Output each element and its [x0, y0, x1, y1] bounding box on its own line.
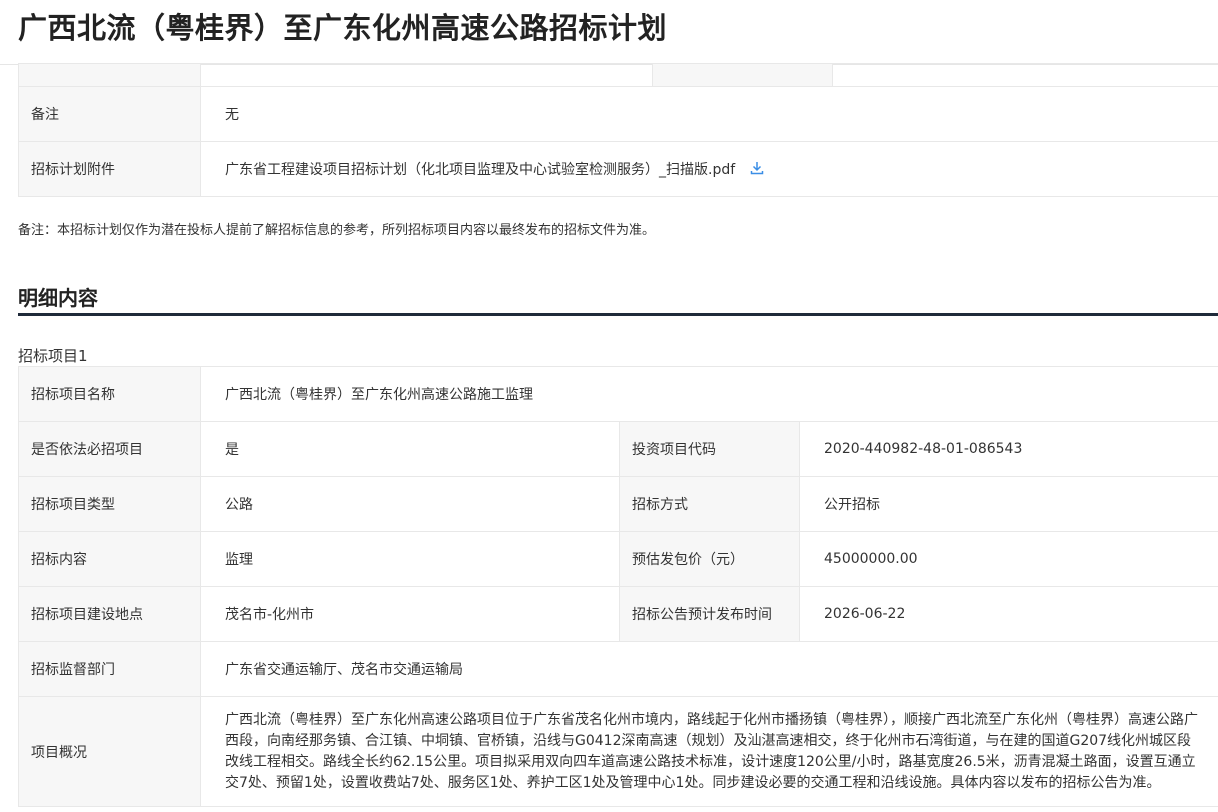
download-icon[interactable]	[750, 161, 764, 179]
table-row: 项目概况 广西北流（粤桂界）至广东化州高速公路项目位于广东省茂名化州市境内，路线…	[18, 696, 1218, 807]
section-divider	[18, 313, 1218, 316]
content-value: 监理	[200, 531, 620, 587]
table-row-partial	[18, 63, 1218, 87]
invest-code-label: 投资项目代码	[619, 421, 800, 477]
section-title: 明细内容	[18, 286, 98, 310]
supervisor-value: 广东省交通运输厅、茂名市交通运输局	[200, 641, 1218, 697]
notice-text: 备注：本招标计划仅作为潜在投标人提前了解招标信息的参考，所列招标项目内容以最终发…	[18, 223, 656, 238]
plan-info-table: 备注 无 招标计划附件 广东省工程建设项目招标计划（化北项目监理及中心试验室检测…	[18, 63, 1218, 197]
method-value: 公开招标	[799, 476, 1218, 532]
supervisor-label: 招标监督部门	[18, 641, 201, 697]
remark-value: 无	[200, 86, 1218, 142]
remark-label: 备注	[18, 86, 201, 142]
page-header: 广西北流（粤桂界）至广东化州高速公路招标计划	[0, 0, 1218, 65]
partial-label-cell-2	[652, 63, 833, 87]
table-row: 招标项目类型 公路 招标方式 公开招标	[18, 476, 1218, 532]
partial-label-cell	[18, 63, 201, 87]
method-label: 招标方式	[619, 476, 800, 532]
price-value: 45000000.00	[799, 531, 1218, 587]
page-title: 广西北流（粤桂界）至广东化州高速公路招标计划	[18, 11, 668, 45]
project-heading: 招标项目1	[18, 347, 88, 365]
attachment-cell: 广东省工程建设项目招标计划（化北项目监理及中心试验室检测服务）_扫描版.pdf	[200, 141, 1218, 197]
mandatory-label: 是否依法必招项目	[18, 421, 201, 477]
publish-time-label: 招标公告预计发布时间	[619, 586, 800, 642]
table-row: 招标项目建设地点 茂名市-化州市 招标公告预计发布时间 2026-06-22	[18, 586, 1218, 642]
project-detail-table: 招标项目名称 广西北流（粤桂界）至广东化州高速公路施工监理 是否依法必招项目 是…	[18, 366, 1218, 807]
project-name-value: 广西北流（粤桂界）至广东化州高速公路施工监理	[200, 366, 1218, 422]
partial-value-cell-2	[832, 63, 1218, 87]
table-row: 招标内容 监理 预估发包价（元） 45000000.00	[18, 531, 1218, 587]
project-type-value: 公路	[200, 476, 620, 532]
partial-value-cell	[200, 63, 653, 87]
overview-value: 广西北流（粤桂界）至广东化州高速公路项目位于广东省茂名化州市境内，路线起于化州市…	[200, 696, 1218, 807]
table-row-remark: 备注 无	[18, 86, 1218, 142]
location-label: 招标项目建设地点	[18, 586, 201, 642]
table-row: 是否依法必招项目 是 投资项目代码 2020-440982-48-01-0865…	[18, 421, 1218, 477]
content-label: 招标内容	[18, 531, 201, 587]
mandatory-value: 是	[200, 421, 620, 477]
table-row: 招标监督部门 广东省交通运输厅、茂名市交通运输局	[18, 641, 1218, 697]
attachment-file-link[interactable]: 广东省工程建设项目招标计划（化北项目监理及中心试验室检测服务）_扫描版.pdf	[225, 162, 735, 178]
project-type-label: 招标项目类型	[18, 476, 201, 532]
location-value: 茂名市-化州市	[200, 586, 620, 642]
overview-label: 项目概况	[18, 696, 201, 807]
table-row: 招标项目名称 广西北流（粤桂界）至广东化州高速公路施工监理	[18, 366, 1218, 422]
table-row-attachment: 招标计划附件 广东省工程建设项目招标计划（化北项目监理及中心试验室检测服务）_扫…	[18, 141, 1218, 197]
project-name-label: 招标项目名称	[18, 366, 201, 422]
publish-time-value: 2026-06-22	[799, 586, 1218, 642]
invest-code-value: 2020-440982-48-01-086543	[799, 421, 1218, 477]
attachment-label: 招标计划附件	[18, 141, 201, 197]
price-label: 预估发包价（元）	[619, 531, 800, 587]
